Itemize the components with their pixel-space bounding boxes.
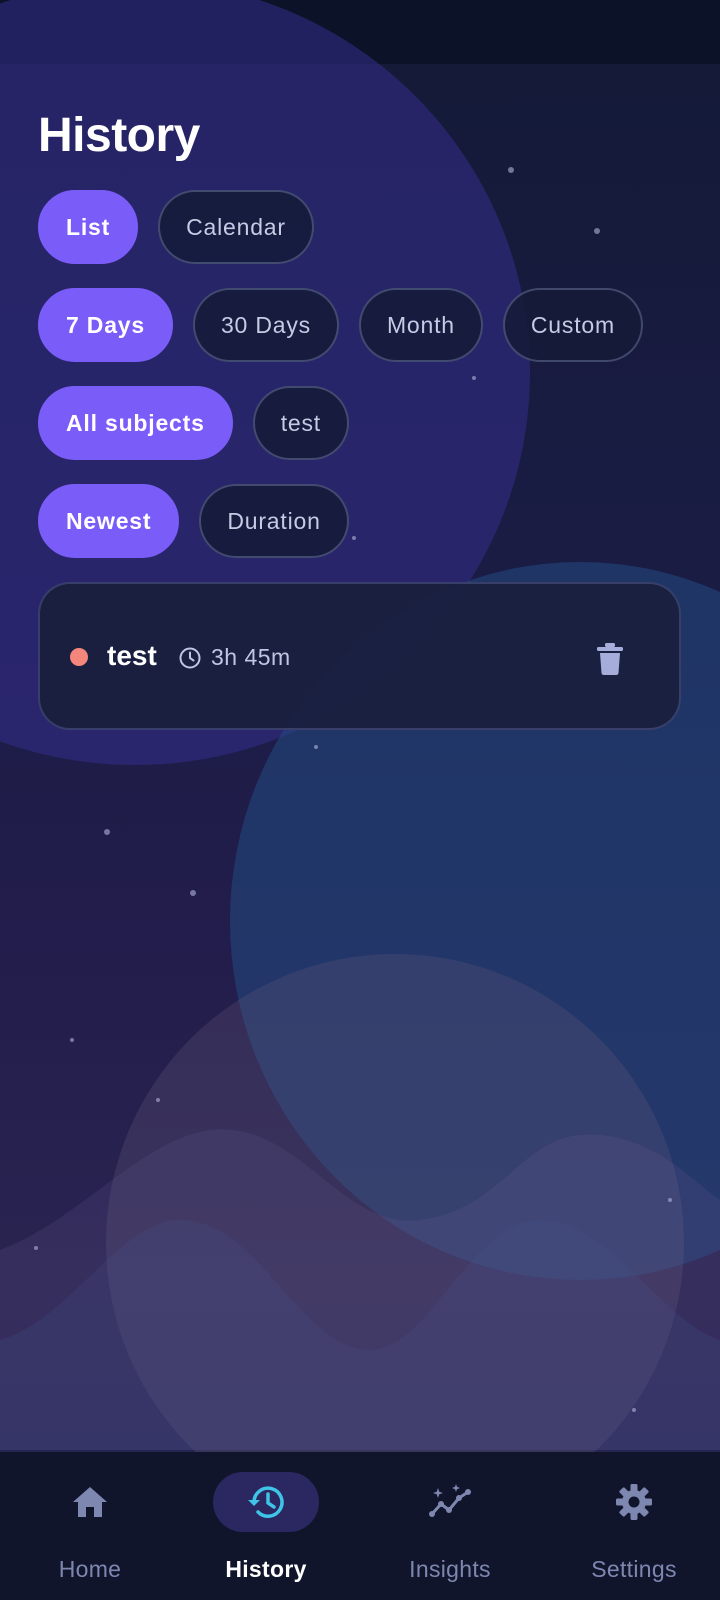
session-duration: 3h 45m (211, 644, 291, 670)
bottom-navigation: Home History Insights Settings (0, 1452, 720, 1600)
trash-icon[interactable] (595, 642, 625, 676)
range-month-chip[interactable]: Month (358, 288, 483, 362)
subject-test-chip[interactable]: test (252, 386, 349, 460)
nav-history[interactable]: History (176, 1452, 356, 1600)
gear-icon (616, 1484, 652, 1520)
subject-all-chip[interactable]: All subjects (38, 386, 233, 460)
subject-color-dot (70, 648, 88, 666)
nav-home[interactable]: Home (0, 1452, 180, 1600)
clock-icon (179, 647, 201, 669)
session-card[interactable]: test 3h 45m (38, 582, 681, 730)
view-toggle: List Calendar (38, 190, 314, 264)
home-icon (73, 1487, 107, 1517)
nav-settings[interactable]: Settings (544, 1452, 720, 1600)
sort-newest-chip[interactable]: Newest (38, 484, 180, 558)
nav-settings-label: Settings (591, 1556, 677, 1582)
subject-filter: All subjects test (38, 386, 349, 460)
range-30-days-chip[interactable]: 30 Days (192, 288, 339, 362)
view-list-chip[interactable]: List (38, 190, 139, 264)
sort-duration-chip[interactable]: Duration (199, 484, 349, 558)
nav-insights-label: Insights (409, 1556, 491, 1582)
history-icon (248, 1486, 284, 1518)
nav-home-label: Home (58, 1556, 122, 1582)
nav-insights[interactable]: Insights (360, 1452, 540, 1600)
insights-icon (429, 1484, 471, 1517)
range-custom-chip[interactable]: Custom (502, 288, 643, 362)
session-subject: test (107, 640, 157, 671)
page-title: History (38, 109, 200, 162)
range-7-days-chip[interactable]: 7 Days (38, 288, 173, 362)
range-filter: 7 Days 30 Days Month Custom (38, 288, 643, 362)
sort-filter: Newest Duration (38, 484, 349, 558)
nav-history-label: History (225, 1556, 307, 1582)
view-calendar-chip[interactable]: Calendar (158, 190, 314, 264)
